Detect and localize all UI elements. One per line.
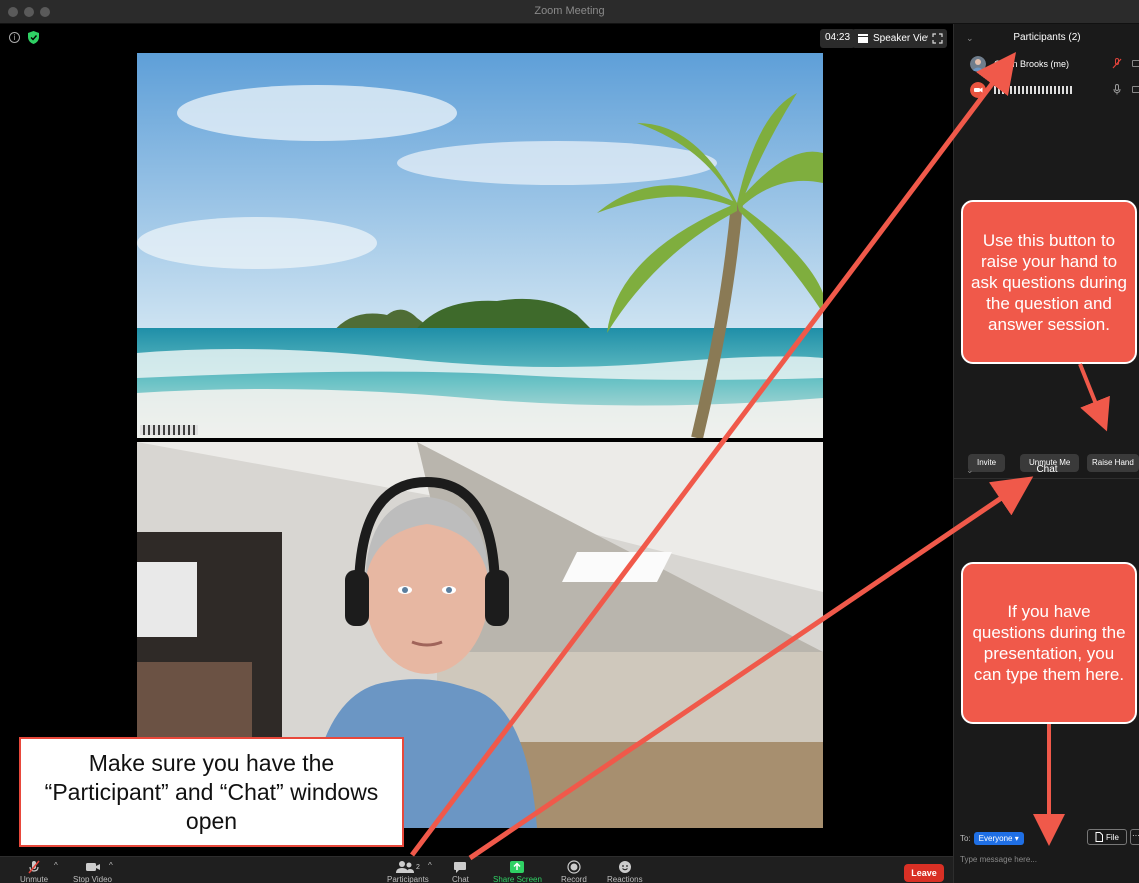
share-screen-icon [510, 861, 525, 873]
chevron-down-icon[interactable]: ⌄ [966, 26, 974, 50]
unmute-button[interactable]: Unmute [20, 860, 48, 883]
share-screen-button[interactable]: Share Screen [493, 860, 542, 883]
more-options-button[interactable]: ··· [1130, 829, 1139, 845]
participants-panel-title: Participants (2) [1013, 32, 1081, 43]
chat-message-input[interactable] [960, 852, 1136, 866]
camera-icon [85, 863, 100, 871]
participants-panel-header: ⌄ Participants (2) [954, 26, 1139, 50]
chat-recipient-selector: To: Everyone ▾ [960, 832, 1024, 845]
reactions-button[interactable]: Reactions [607, 860, 643, 883]
chat-bubble-icon [454, 862, 467, 873]
fullscreen-icon [932, 33, 943, 44]
participants-options-chevron-icon[interactable]: ^ [428, 861, 432, 870]
video-tile-participant[interactable] [137, 53, 823, 438]
speaker-view-label: Speaker View [873, 33, 935, 44]
participant-name-tag [140, 425, 198, 435]
record-label: Record [561, 875, 587, 883]
chat-callout: If you have questions during the present… [961, 562, 1137, 724]
reactions-label: Reactions [607, 875, 643, 883]
file-button[interactable]: File [1087, 829, 1127, 845]
participants-label: Participants [387, 875, 429, 883]
participant-row[interactable]: Gavin Brooks (me) [970, 54, 1139, 74]
redacted-participant-name [994, 86, 1074, 94]
grid-icon [858, 34, 868, 43]
microphone-muted-icon [28, 860, 40, 874]
beach-video-feed [137, 53, 823, 438]
stop-video-button[interactable]: Stop Video [73, 860, 112, 883]
chat-to-label: To: [960, 834, 971, 843]
camera-icon [1132, 86, 1139, 93]
participant-row[interactable] [970, 80, 1139, 100]
meeting-toolbar: Unmute ^ Stop Video ^ 2 Participants ^ C… [0, 856, 953, 883]
chat-panel-header: ⌄ Chat [954, 458, 1139, 482]
unmute-label: Unmute [20, 875, 49, 883]
record-icon [567, 860, 581, 874]
windows-open-callout: Make sure you have the “Participant” and… [19, 737, 404, 847]
file-icon [1095, 832, 1104, 842]
info-icon[interactable]: i [9, 32, 20, 43]
meeting-area: i 04:23 Speaker View [0, 24, 953, 856]
chat-label: Chat [452, 875, 469, 883]
avatar [970, 56, 986, 72]
participant-count: 2 [415, 863, 420, 871]
window-title: Zoom Meeting [534, 5, 605, 17]
participants-icon [395, 861, 414, 873]
audio-options-chevron-icon[interactable]: ^ [54, 861, 58, 870]
microphone-icon [1113, 84, 1121, 95]
shield-icon[interactable] [28, 31, 39, 44]
microphone-muted-icon [1112, 58, 1122, 69]
record-button[interactable]: Record [561, 860, 587, 883]
stop-video-label: Stop Video [73, 875, 112, 883]
avatar [970, 82, 986, 98]
video-options-chevron-icon[interactable]: ^ [109, 861, 113, 870]
chat-panel-title: Chat [1036, 464, 1058, 475]
file-label: File [1106, 832, 1119, 842]
title-bar: Zoom Meeting [0, 0, 1139, 24]
fullscreen-button[interactable] [928, 29, 947, 48]
smiley-icon [618, 861, 631, 873]
share-screen-label: Share Screen [493, 875, 542, 883]
camera-icon [1132, 60, 1139, 67]
meeting-timer: 04:23 [820, 29, 856, 48]
chevron-down-icon[interactable]: ⌄ [966, 458, 974, 482]
recipient-dropdown[interactable]: Everyone ▾ [973, 832, 1024, 845]
chat-button[interactable]: Chat [452, 860, 469, 883]
participant-name: Gavin Brooks (me) [994, 59, 1070, 69]
participants-button[interactable]: 2 Participants [387, 860, 429, 883]
leave-button[interactable]: Leave [904, 864, 944, 882]
raise-hand-callout: Use this button to raise your hand to as… [961, 200, 1137, 364]
recipient-value: Everyone [978, 834, 1013, 843]
side-panel: ⌄ Participants (2) Gavin Brooks (me) Inv… [953, 24, 1139, 883]
